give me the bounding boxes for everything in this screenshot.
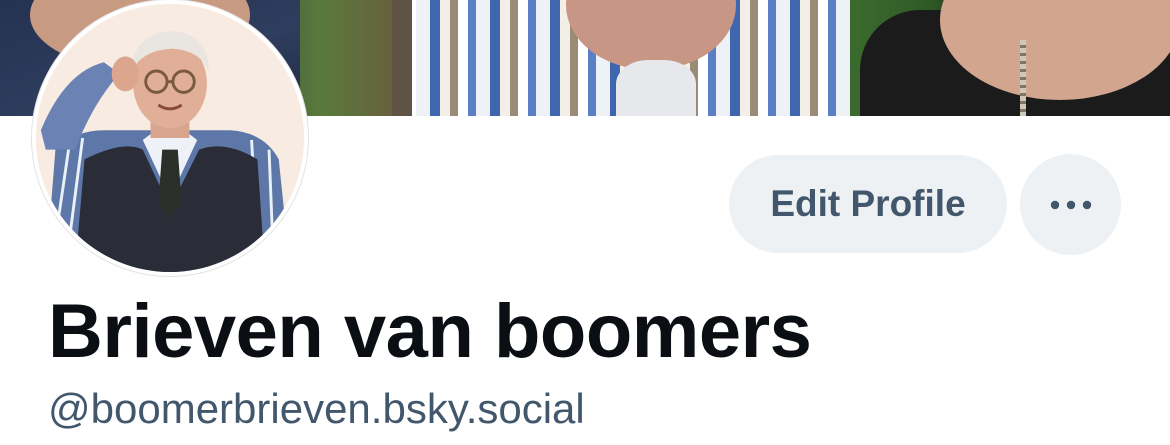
more-options-button[interactable]: [1020, 154, 1121, 255]
display-name: Brieven van boomers: [48, 289, 812, 374]
banner-photo-3: [850, 0, 1170, 116]
banner-photo-2: [416, 0, 850, 116]
edit-profile-button[interactable]: Edit Profile: [729, 155, 1007, 253]
avatar-photo: [36, 4, 304, 272]
profile-header: Edit Profile Brieven van boomers @boomer…: [0, 0, 1170, 445]
avatar[interactable]: [32, 0, 308, 276]
ellipsis-icon: [1050, 200, 1091, 209]
profile-handle: @boomerbrieven.bsky.social: [48, 385, 585, 432]
